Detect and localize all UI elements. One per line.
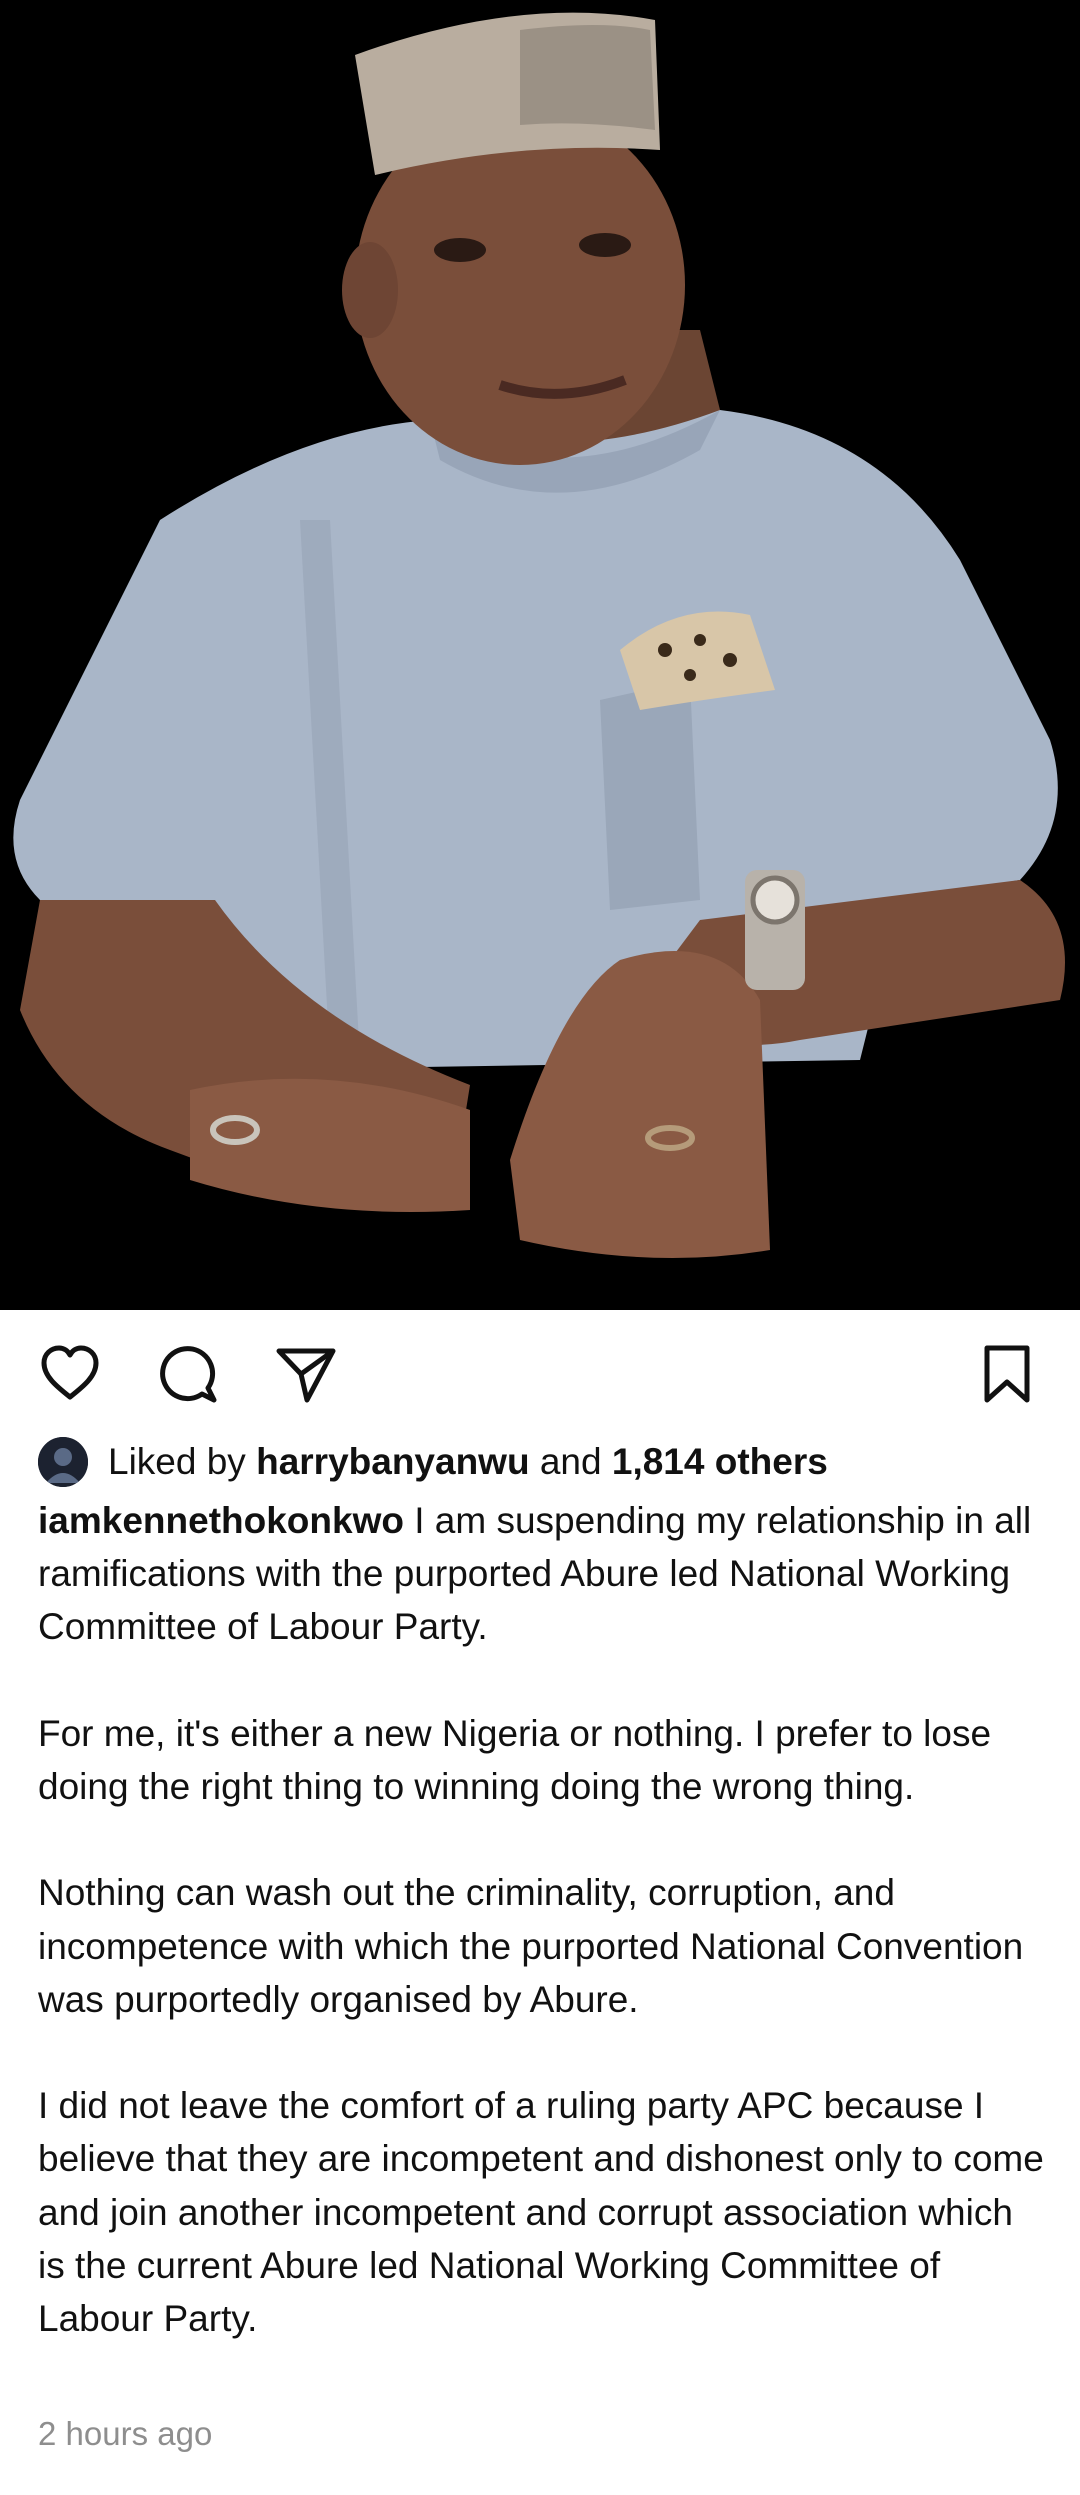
comment-icon: [160, 1346, 217, 1403]
likes-prefix: Liked by: [108, 1441, 246, 1482]
likes-conjunction: and: [539, 1441, 602, 1482]
bookmark-icon: [984, 1345, 1030, 1403]
post-caption: iamkennethokonkwo I am suspending my rel…: [38, 1494, 1048, 2345]
post-timestamp: 2 hours ago: [38, 2415, 213, 2452]
likes-summary: Liked by harrybanyanwu and 1,814 others: [38, 1432, 828, 1492]
save-button[interactable]: [975, 1342, 1039, 1406]
post-photo[interactable]: [0, 0, 1080, 1310]
like-button[interactable]: [38, 1342, 102, 1406]
avatar-image: [38, 1437, 88, 1487]
comment-button[interactable]: [156, 1342, 220, 1406]
caption-paragraph-2: For me, it's either a new Nigeria or not…: [38, 1712, 992, 1807]
action-bar: [0, 1310, 1080, 1430]
caption-paragraph-3: Nothing can wash out the criminality, co…: [38, 1872, 1024, 2020]
share-button[interactable]: [273, 1342, 337, 1406]
post-photo-illustration: [0, 0, 1080, 1310]
share-icon: [276, 1348, 336, 1403]
caption-paragraph-1: iamkennethokonkwo I am suspending my rel…: [38, 1494, 1048, 1654]
caption-paragraph-4: I did not leave the comfort of a ruling …: [38, 2085, 1044, 2339]
liker-username[interactable]: harrybanyanwu: [256, 1441, 529, 1483]
likes-others-count[interactable]: 1,814 others: [612, 1441, 828, 1483]
caption-username[interactable]: iamkennethokonkwo: [38, 1500, 404, 1541]
liker-avatar[interactable]: [38, 1437, 88, 1487]
heart-icon: [41, 1345, 99, 1400]
